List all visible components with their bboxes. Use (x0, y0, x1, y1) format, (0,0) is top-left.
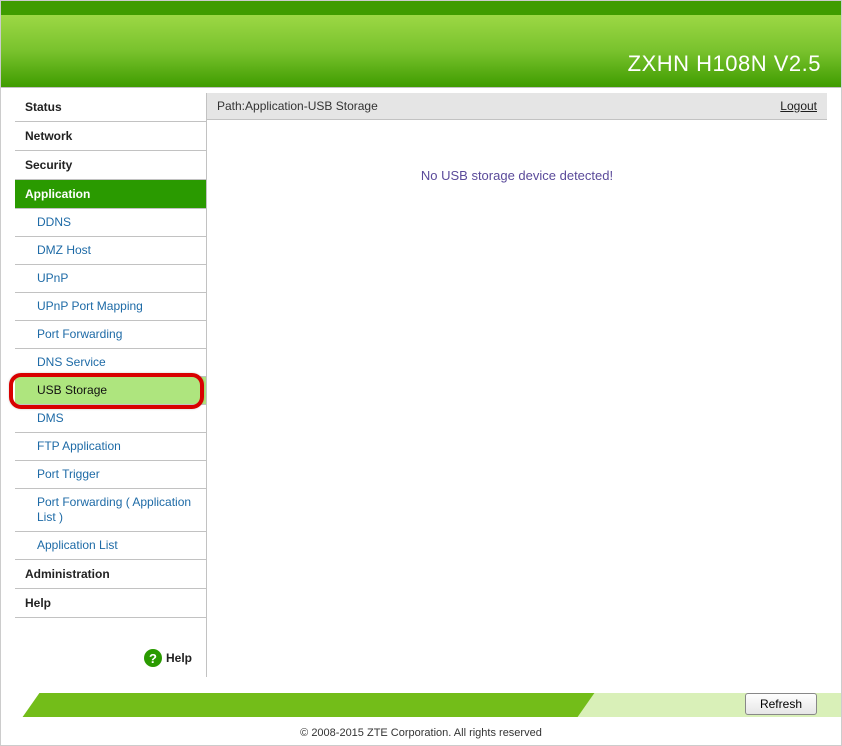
nav-sub-dns-service[interactable]: DNS Service (15, 349, 206, 377)
nav-status[interactable]: Status (15, 93, 206, 122)
path-bar: Path:Application-USB Storage Logout (207, 93, 827, 120)
main-layout: Status Network Security Application DDNS… (1, 87, 841, 677)
nav-administration[interactable]: Administration (15, 560, 206, 589)
logout-link[interactable]: Logout (780, 99, 817, 113)
nav-sub-usb-storage-wrap: USB Storage (15, 377, 206, 405)
breadcrumb: Path:Application-USB Storage (217, 99, 378, 113)
nav-sub-ddns[interactable]: DDNS (15, 209, 206, 237)
nav-network[interactable]: Network (15, 122, 206, 151)
nav-sub-dms[interactable]: DMS (15, 405, 206, 433)
content: Path:Application-USB Storage Logout No U… (207, 93, 827, 677)
footer: Refresh © 2008-2015 ZTE Corporation. All… (1, 685, 841, 745)
nav-security[interactable]: Security (15, 151, 206, 180)
sidebar-help-link[interactable]: ? Help (144, 649, 192, 667)
nav-sub-application-list[interactable]: Application List (15, 532, 206, 560)
nav-sub-port-forwarding-app-list[interactable]: Port Forwarding ( Application List ) (15, 489, 206, 532)
nav-sub-dmz-host[interactable]: DMZ Host (15, 237, 206, 265)
refresh-button[interactable]: Refresh (745, 693, 817, 715)
device-model-title: ZXHN H108N V2.5 (628, 51, 821, 77)
copyright: © 2008-2015 ZTE Corporation. All rights … (1, 727, 841, 739)
top-bar (1, 1, 841, 15)
nav-sub-upnp[interactable]: UPnP (15, 265, 206, 293)
nav-sub-upnp-port-mapping[interactable]: UPnP Port Mapping (15, 293, 206, 321)
nav-help[interactable]: Help (15, 589, 206, 618)
nav-application[interactable]: Application (15, 180, 206, 209)
header: ZXHN H108N V2.5 (1, 15, 841, 87)
nav-sub-port-trigger[interactable]: Port Trigger (15, 461, 206, 489)
help-icon: ? (144, 649, 162, 667)
footer-stripe (1, 693, 841, 717)
nav-sub-usb-storage[interactable]: USB Storage (15, 377, 206, 405)
content-body: No USB storage device detected! (207, 120, 827, 677)
usb-status-message: No USB storage device detected! (207, 168, 827, 183)
sidebar: Status Network Security Application DDNS… (15, 93, 207, 677)
sidebar-help-label: Help (166, 651, 192, 665)
nav-sub-ftp-application[interactable]: FTP Application (15, 433, 206, 461)
nav-sub-port-forwarding[interactable]: Port Forwarding (15, 321, 206, 349)
